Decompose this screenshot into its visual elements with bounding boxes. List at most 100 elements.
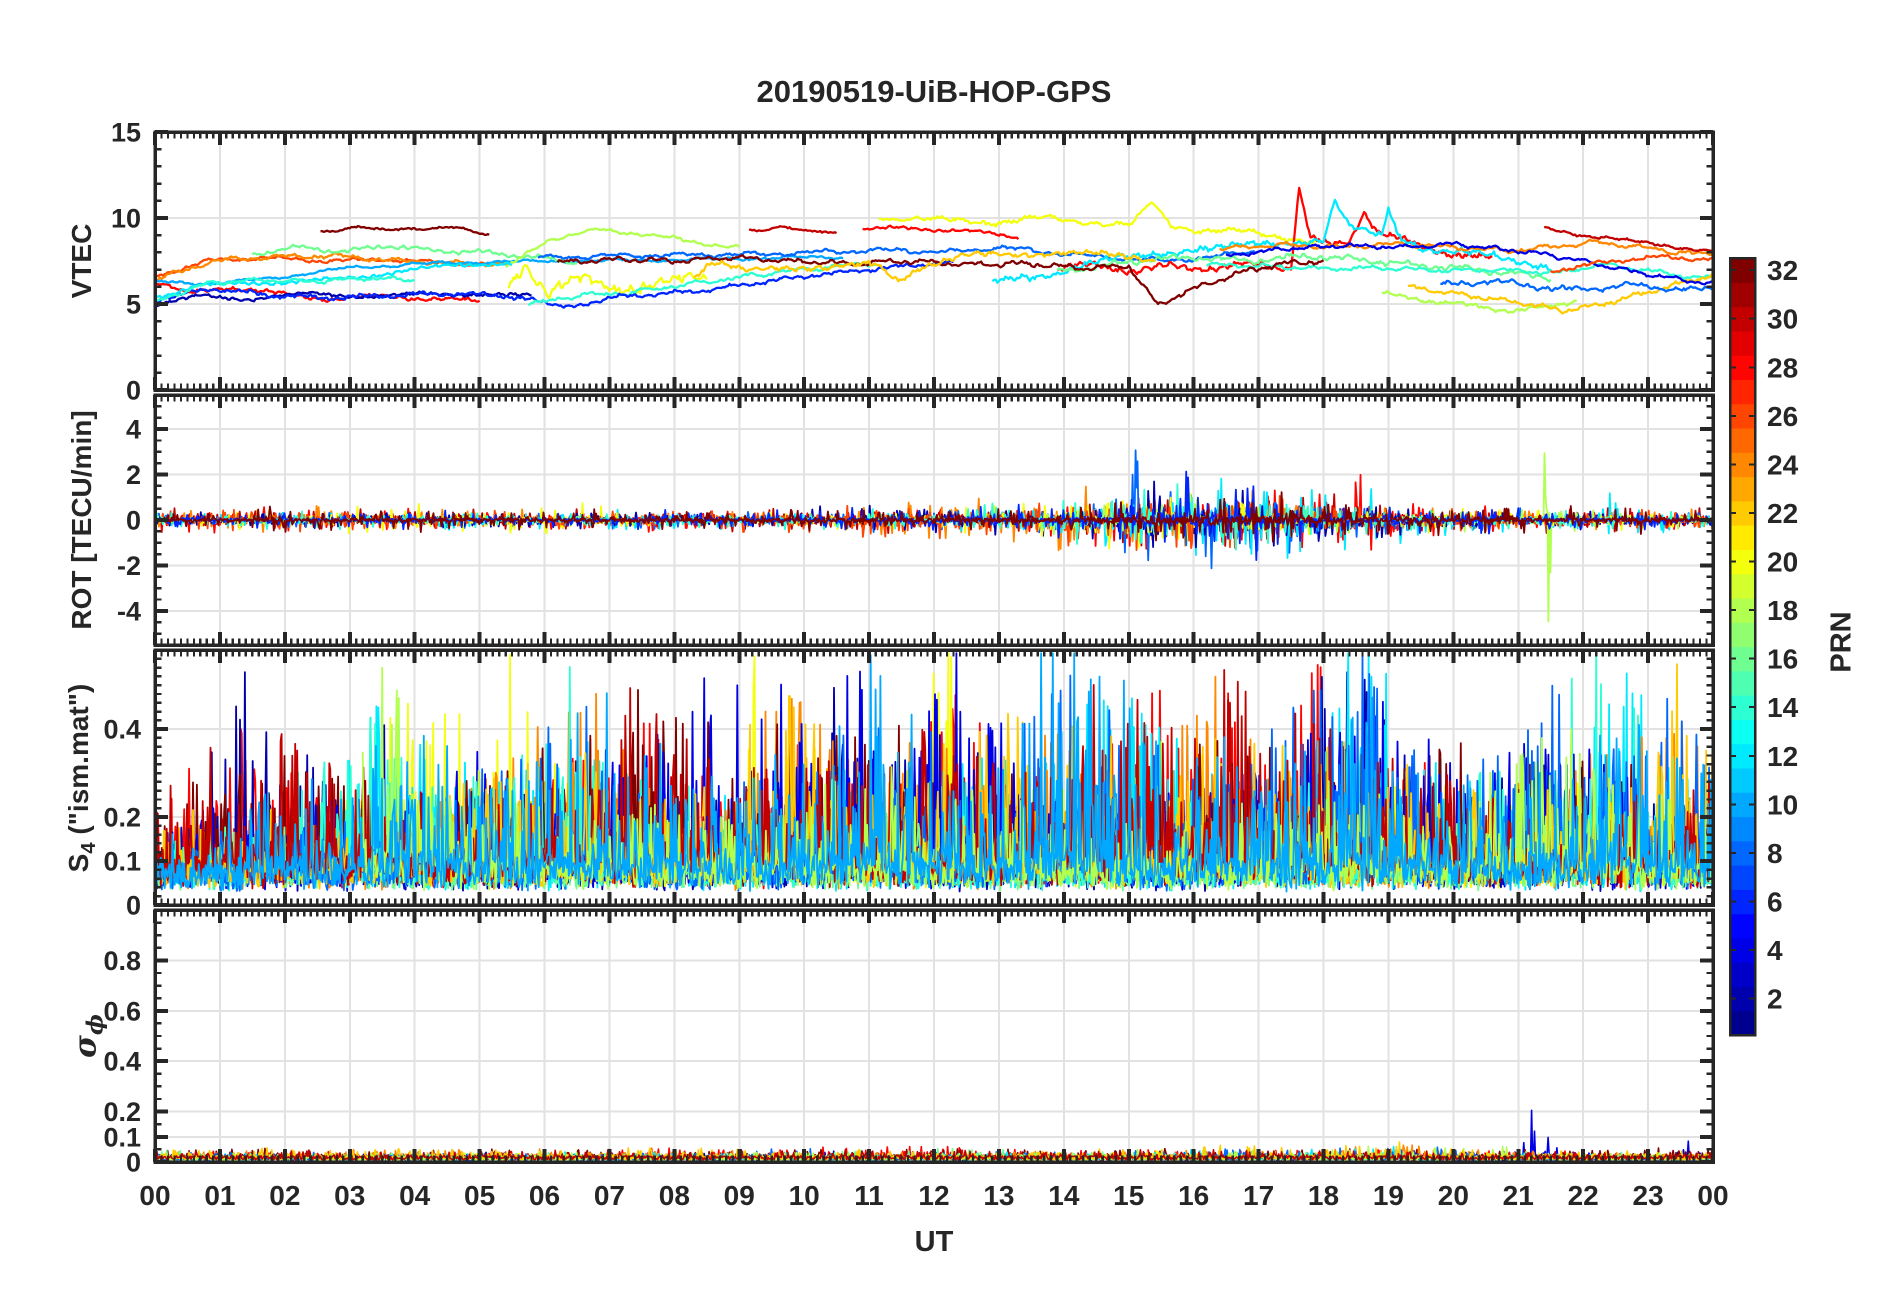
colorbar-block [1730,525,1755,550]
colorbar-block [1730,719,1755,745]
x-tick-label: 16 [1178,1180,1209,1211]
x-tick-label: 01 [204,1180,235,1211]
y-tick-label: 15 [111,118,141,148]
colorbar-tick-label: 24 [1767,449,1799,480]
y-tick-label: 5 [126,290,141,320]
colorbar-title: PRN [1825,611,1858,673]
panel-rot: -4 -2 0 2 4 [117,393,1715,647]
y-tick-label: 0.2 [103,803,141,833]
colorbar-tick-label: 28 [1767,352,1798,383]
colorbar-block [1730,962,1755,988]
y-tick-label: 0.4 [103,1047,141,1077]
x-tick-label: 12 [918,1180,949,1211]
x-tick-label: 18 [1308,1180,1339,1211]
y-tick-label: 4 [126,415,141,445]
x-tick-label: 08 [659,1180,690,1211]
colorbar-block [1730,573,1755,599]
y-tick-labels: 0 0.1 0.2 0.4 [103,715,141,921]
colorbar-block [1730,379,1755,405]
x-tick-label: 11 [854,1180,884,1211]
series-prn-30 [748,225,838,235]
colorbar-tick-label: 14 [1767,692,1799,723]
colorbar-tick-label: 8 [1767,838,1783,869]
y-tick-label: 0.2 [103,1097,141,1127]
colorbar-tick-label: 2 [1767,984,1783,1015]
y-axis-title-rot: ROT [TECU/min] [66,410,97,630]
series-prn-20 [878,201,1318,246]
x-axis-title: UT [914,1226,954,1258]
y-tick-label: -2 [117,551,141,581]
colorbar-tick-label: 30 [1767,304,1798,335]
x-tick-label: 23 [1633,1180,1664,1211]
y-tick-label: 0 [126,506,141,536]
x-tick-label: 22 [1568,1180,1599,1211]
colorbar-tick-label: 20 [1767,547,1798,578]
panel-sigma-phi: 00.10.20.40.60.8 [103,908,1715,1178]
colorbar-block [1730,865,1755,890]
colorbar-block [1730,913,1755,939]
colorbar-tick-label: 6 [1767,886,1783,917]
colorbar-tick-label: 32 [1767,255,1798,286]
x-tick-label: 09 [724,1180,755,1211]
colorbar-block [1730,622,1755,648]
series-prn-32 [320,224,490,237]
x-tick-label: 03 [334,1180,365,1211]
series-prn-6 [576,259,954,307]
x-tick-label: 15 [1113,1180,1144,1211]
x-tick-label: 21 [1503,1180,1534,1211]
x-tick-label: 06 [529,1180,560,1211]
y-tick-labels: 00.10.20.40.60.8 [103,946,141,1178]
gps-scintillation-plot: 051015-4-202400.10.20.400.10.20.40.60.80… [103,118,1799,1212]
colorbar-block [1730,427,1755,453]
colorbar-tick-label: 18 [1767,595,1798,626]
colorbar-tick-label: 4 [1767,935,1783,966]
x-tick-label: 00 [139,1180,170,1211]
colorbar-tick-label: 26 [1767,401,1798,432]
colorbar-tick-label: 12 [1767,741,1798,772]
x-tick-label: 20 [1438,1180,1469,1211]
y-tick-label: 0.1 [103,847,141,877]
data-series [156,652,1712,893]
series-prn-26 [156,255,500,278]
colorbar-tick-labels: 2468101214161820222426283032 [1767,255,1799,1014]
y-tick-label: 0 [126,376,141,406]
y-tick-label: 10 [111,204,141,234]
colorbar-tick-label: 22 [1767,498,1798,529]
y-tick-label: 2 [126,460,141,490]
x-tick-label: 13 [983,1180,1014,1211]
x-tick-label: 04 [399,1180,431,1211]
x-tick-label: 14 [1048,1180,1080,1211]
y-tick-label: -4 [117,596,141,626]
panel-vtec: 0 5 10 15 [111,118,1715,406]
x-tick-label: 07 [594,1180,625,1211]
colorbar-block [1730,476,1755,502]
y-axis-title-sigma-phi: σϕ [67,1014,109,1058]
colorbar-tick-label: 16 [1767,644,1798,675]
colorbar-block [1730,670,1755,696]
colorbar-tick-label: 10 [1767,789,1798,820]
x-tick-labels: 00 01 02 03 04 05 06 07 08 09 10 11 12 13 14 15 16 17 18 19… [139,1180,1728,1211]
colorbar: 2468101214161820222426283032 [1728,255,1799,1037]
chart-title: 20190519-UiB-HOP-GPS [756,74,1112,109]
y-tick-label: 0.6 [103,996,141,1026]
y-tick-labels: -4 -2 0 2 4 [117,415,141,627]
colorbar-block [1730,330,1755,356]
y-tick-label: 0.8 [103,946,141,976]
colorbar-block [1730,1010,1755,1036]
x-tick-label: 00 [1697,1180,1728,1211]
series-prn-24 [156,252,513,282]
x-tick-label: 02 [269,1180,300,1211]
y-tick-labels: 0 5 10 15 [111,118,141,406]
colorbar-block [1730,816,1755,842]
x-tick-label: 19 [1373,1180,1404,1211]
colorbar-block [1730,767,1755,793]
y-tick-label: 0.4 [103,715,141,745]
y-tick-label: 0 [126,891,141,921]
colorbar-block [1730,282,1755,308]
y-axis-title-s4: S4 ("ism.mat") [63,683,100,872]
series-prn-28 [862,224,1020,240]
y-axis-title-vtec: VTEC [66,223,97,299]
x-tick-label: 05 [464,1180,495,1211]
panel-s4: 0 0.1 0.2 0.4 [103,648,1715,921]
x-tick-label: 17 [1243,1180,1274,1211]
